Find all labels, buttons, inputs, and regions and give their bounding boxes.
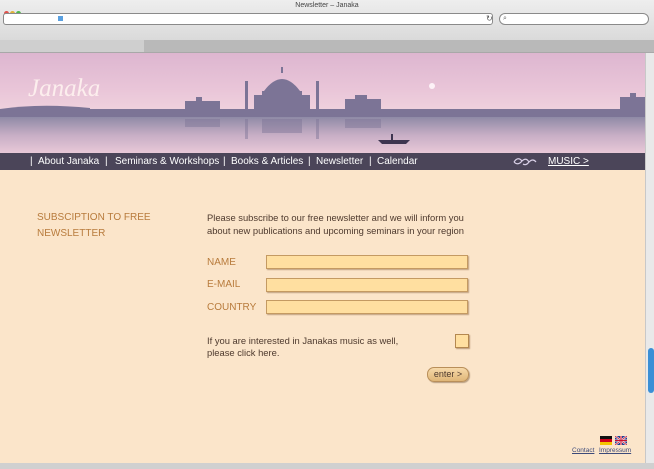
- name-input[interactable]: [266, 255, 468, 269]
- search-field[interactable]: ⌕: [499, 13, 649, 25]
- newsletter-heading: SUBSCIPTION TO FREE NEWSLETTER: [37, 210, 177, 242]
- web-page: Janaka | About Janaka | Seminars & Works…: [0, 53, 645, 463]
- contact-link[interactable]: Contact: [572, 447, 594, 454]
- taj-mahal-image: [0, 53, 645, 153]
- music-interest-checkbox[interactable]: [455, 334, 469, 348]
- newsletter-heading-line2: NEWSLETTER: [37, 228, 106, 239]
- music-interest-text: If you are interested in Janakas music a…: [207, 335, 437, 359]
- site-favicon-icon: [58, 15, 63, 21]
- email-label: E-MAIL: [207, 279, 241, 290]
- country-input[interactable]: [266, 300, 468, 314]
- music-interest-line2: please click here.: [207, 347, 280, 358]
- nav-item-about[interactable]: About Janaka: [38, 153, 99, 170]
- nav-separator: |: [369, 156, 372, 167]
- nav-item-calendar[interactable]: Calendar: [377, 153, 418, 170]
- window-title: Newsletter – Janaka: [295, 2, 359, 9]
- nav-item-newsletter[interactable]: Newsletter: [316, 153, 363, 170]
- newsletter-heading-line1: SUBSCIPTION TO FREE: [37, 212, 151, 223]
- country-label: COUNTRY: [207, 302, 257, 313]
- address-bar[interactable]: [3, 13, 493, 25]
- nav-separator: |: [223, 156, 226, 167]
- name-label: NAME: [207, 257, 236, 268]
- main-navigation: | About Janaka | Seminars & Workshops | …: [0, 153, 645, 170]
- music-link[interactable]: MUSIC >: [548, 153, 589, 170]
- nav-item-books[interactable]: Books & Articles: [231, 153, 303, 170]
- om-icon: [513, 158, 537, 166]
- header-banner: Janaka: [0, 53, 645, 153]
- nav-item-seminars[interactable]: Seminars & Workshops: [115, 153, 219, 170]
- nav-separator: |: [30, 156, 33, 167]
- browser-chrome: Newsletter – Janaka ↻ ⌕: [0, 0, 654, 53]
- newsletter-intro-line2: about new publications and upcoming semi…: [207, 225, 464, 236]
- enter-button[interactable]: enter >: [427, 367, 469, 382]
- impressum-link[interactable]: Impressum: [599, 447, 631, 454]
- music-interest-line1: If you are interested in Janakas music a…: [207, 335, 399, 346]
- newsletter-intro-line1: Please subscribe to our free newsletter …: [207, 212, 464, 223]
- nav-separator: |: [308, 156, 311, 167]
- scrollbar-thumb[interactable]: [648, 348, 654, 393]
- email-input[interactable]: [266, 278, 468, 292]
- nav-separator: |: [105, 156, 108, 167]
- tab-strip: [0, 40, 654, 52]
- german-flag-icon[interactable]: [600, 436, 612, 445]
- search-icon: ⌕: [503, 15, 507, 22]
- site-logo[interactable]: Janaka: [28, 75, 100, 103]
- newsletter-intro: Please subscribe to our free newsletter …: [207, 211, 477, 237]
- english-flag-icon[interactable]: [615, 436, 627, 445]
- reload-icon[interactable]: ↻: [486, 14, 493, 23]
- bookmarks-bar: [2, 28, 652, 39]
- active-tab[interactable]: [144, 40, 654, 52]
- window-bottom-edge: [0, 463, 654, 469]
- vertical-scrollbar[interactable]: [645, 53, 654, 463]
